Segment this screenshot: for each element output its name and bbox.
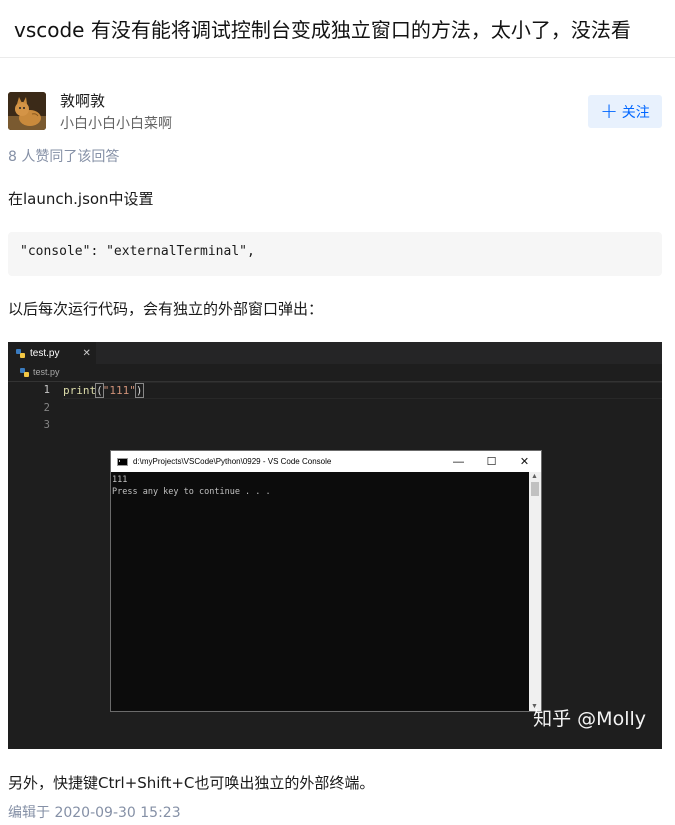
console-line: 111 bbox=[112, 475, 128, 485]
console-window[interactable]: d:\myProjects\VSCode\Python\0929 - VS Co… bbox=[110, 450, 542, 712]
edit-timestamp[interactable]: 编辑于 2020-09-30 15:23 bbox=[8, 802, 181, 822]
editor-tab-bar: test.py ✕ bbox=[8, 342, 662, 364]
vote-count: 8 人赞同了该回答 bbox=[8, 149, 120, 165]
line-number: 3 bbox=[43, 419, 50, 431]
follow-button[interactable]: + 关注 bbox=[588, 95, 662, 128]
follow-label: 关注 bbox=[621, 104, 650, 121]
console-titlebar[interactable]: d:\myProjects\VSCode\Python\0929 - VS Co… bbox=[111, 451, 541, 472]
answer-paragraph-2: 以后每次运行代码，会有独立的外部窗口弹出： bbox=[8, 300, 324, 318]
question-title[interactable]: vscode 有没有能将调试控制台变成独立窗口的方法，太小了，没法看 bbox=[0, 0, 675, 58]
author-card: 敦啊敦 小白小白小白菜啊 + 关注 bbox=[8, 90, 662, 134]
close-icon[interactable]: ✕ bbox=[82, 348, 90, 359]
terminal-icon bbox=[117, 457, 128, 466]
minimize-button[interactable]: — bbox=[442, 451, 475, 472]
console-line: Press any key to continue . . . bbox=[112, 487, 271, 497]
code-paren: ( bbox=[95, 383, 104, 398]
line-number: 2 bbox=[43, 401, 50, 414]
code-string: "111" bbox=[102, 384, 136, 397]
watermark: 知乎 @Molly bbox=[533, 708, 646, 730]
editor-tab[interactable]: test.py ✕ bbox=[8, 342, 96, 364]
code-block: "console": "externalTerminal", bbox=[8, 232, 662, 276]
window-controls: — ☐ ✕ bbox=[442, 451, 541, 472]
scrollbar[interactable]: ▲ ▼ bbox=[529, 472, 541, 711]
author-name[interactable]: 敦啊敦 bbox=[60, 90, 105, 111]
scroll-up-icon[interactable]: ▲ bbox=[531, 473, 538, 480]
line-numbers: 1 2 3 bbox=[34, 382, 50, 435]
maximize-button[interactable]: ☐ bbox=[475, 451, 508, 472]
code-line[interactable]: print("111") bbox=[63, 382, 662, 399]
code-paren: ) bbox=[134, 383, 144, 398]
line-number: 1 bbox=[43, 384, 50, 396]
scroll-thumb[interactable] bbox=[531, 482, 539, 496]
console-title: d:\myProjects\VSCode\Python\0929 - VS Co… bbox=[133, 457, 332, 466]
editor-tab-label: test.py bbox=[30, 347, 60, 359]
breadcrumb-label: test.py bbox=[33, 367, 60, 377]
author-bio: 小白小白小白菜啊 bbox=[60, 116, 172, 132]
python-file-icon bbox=[16, 348, 25, 358]
close-button[interactable]: ✕ bbox=[508, 451, 541, 472]
avatar[interactable] bbox=[8, 92, 46, 130]
answer-paragraph-3: 另外，快捷键Ctrl+Shift+C也可唤出独立的外部终端。 bbox=[8, 774, 375, 792]
console-output[interactable]: 111 Press any key to continue . . . bbox=[111, 472, 529, 711]
editor-breadcrumb[interactable]: test.py bbox=[20, 367, 60, 377]
python-file-icon bbox=[20, 367, 29, 377]
code-function: print bbox=[63, 384, 97, 397]
answer-paragraph-1: 在launch.json中设置 bbox=[8, 190, 154, 208]
code-text: "console": "externalTerminal", bbox=[20, 244, 255, 259]
cat-avatar-icon bbox=[8, 92, 46, 130]
answer-screenshot[interactable]: test.py ✕ test.py 1 2 3 print("111") d:\… bbox=[8, 342, 662, 749]
plus-icon: + bbox=[600, 99, 618, 123]
